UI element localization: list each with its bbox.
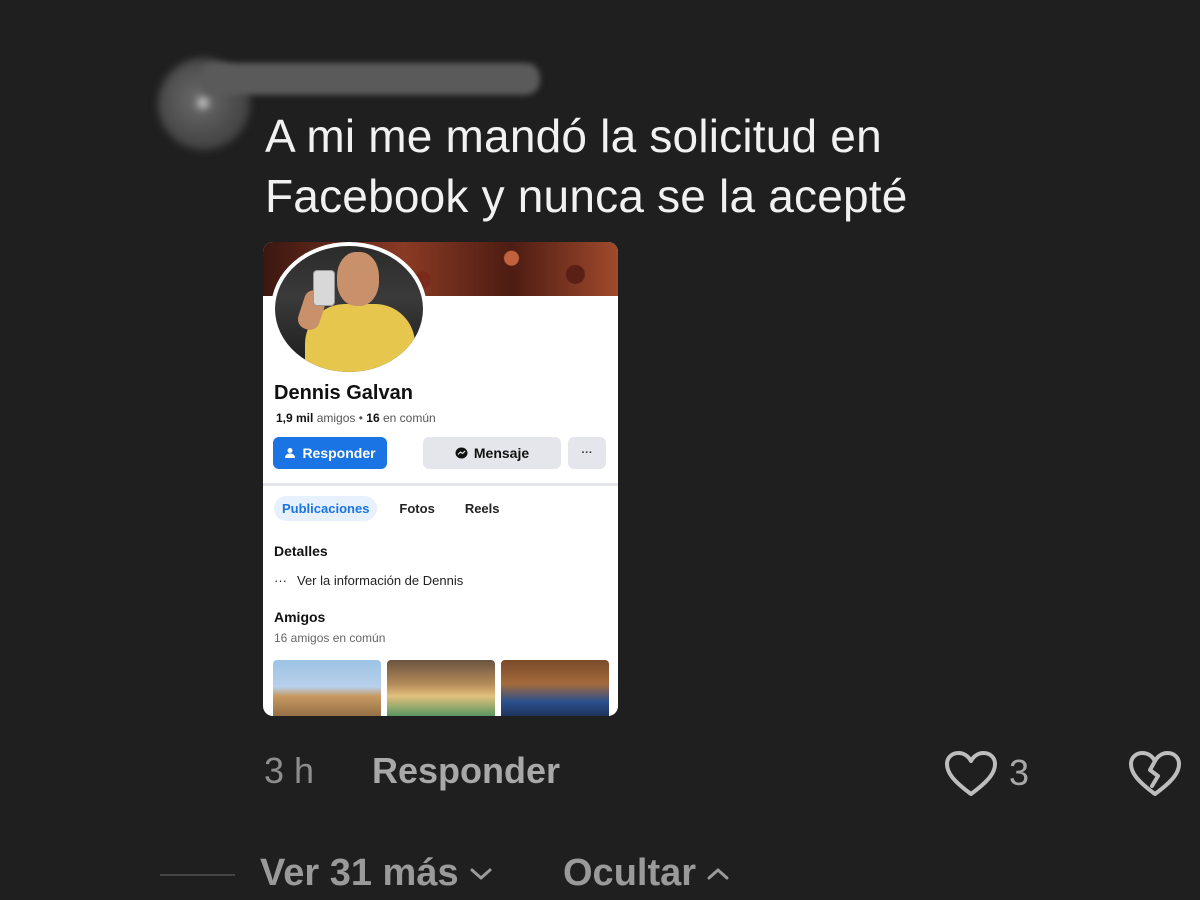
fb-message-label: Mensaje bbox=[473, 445, 530, 461]
friends-subtitle: 16 amigos en común bbox=[274, 631, 386, 645]
view-more-label: Ver 31 más bbox=[260, 852, 459, 894]
friend-photo bbox=[387, 660, 495, 716]
fb-message-button: Mensaje bbox=[423, 437, 561, 469]
thread-line bbox=[160, 874, 235, 876]
fb-respond-label: Responder bbox=[302, 445, 376, 461]
comment-body: A mi me mandó la solicitud en Facebook y… bbox=[265, 106, 1165, 226]
broken-heart-icon[interactable] bbox=[1128, 750, 1182, 798]
profile-tabs: Publicaciones Fotos Reels bbox=[274, 496, 508, 521]
like-count: 3 bbox=[1009, 752, 1030, 793]
mutual-label: en común bbox=[382, 411, 436, 425]
friends-label: amigos bbox=[316, 411, 356, 425]
friend-photo bbox=[273, 660, 381, 716]
divider bbox=[263, 483, 618, 486]
friend-photo bbox=[501, 660, 609, 716]
messenger-icon bbox=[455, 447, 468, 458]
hide-replies-button[interactable]: Ocultar bbox=[563, 852, 730, 895]
fb-more-button: ··· bbox=[568, 437, 606, 469]
tab-publicaciones: Publicaciones bbox=[274, 496, 378, 521]
tab-reels: Reels bbox=[464, 501, 500, 516]
fb-respond-button: Responder bbox=[273, 437, 387, 469]
stats-separator: • bbox=[358, 411, 363, 425]
username-blurred bbox=[200, 63, 540, 95]
friends-count: 1,9 mil bbox=[276, 411, 314, 425]
chevron-down-icon bbox=[470, 868, 492, 879]
mutual-count: 16 bbox=[366, 411, 380, 425]
details-row: ··· Ver la información de Dennis bbox=[274, 573, 463, 588]
chevron-up-icon bbox=[707, 868, 729, 879]
comment-timestamp: 3 h bbox=[264, 750, 315, 791]
attached-screenshot[interactable]: Dennis Galvan 1,9 mil amigos • 16 en com… bbox=[263, 242, 618, 716]
details-link: Ver la información de Dennis bbox=[297, 573, 464, 588]
comment-thread: A mi me mandó la solicitud en Facebook y… bbox=[0, 0, 1200, 900]
comment-text-line-2: Facebook y nunca se la acepté bbox=[265, 170, 908, 222]
friends-title: Amigos bbox=[274, 609, 326, 625]
view-more-replies-button[interactable]: Ver 31 más bbox=[260, 852, 493, 895]
reply-button[interactable]: Responder bbox=[372, 750, 560, 792]
profile-name: Dennis Galvan bbox=[274, 382, 413, 404]
hide-label: Ocultar bbox=[563, 852, 697, 894]
details-title: Detalles bbox=[274, 543, 328, 559]
comment-text-line-1: A mi me mandó la solicitud en bbox=[265, 110, 882, 162]
profile-stats: 1,9 mil amigos • 16 en común bbox=[276, 411, 436, 425]
heart-outline-icon[interactable] bbox=[944, 750, 998, 798]
more-dots-icon: ··· bbox=[274, 573, 287, 588]
tab-fotos: Fotos bbox=[399, 501, 435, 516]
person-icon bbox=[285, 448, 296, 458]
profile-picture bbox=[271, 242, 427, 376]
